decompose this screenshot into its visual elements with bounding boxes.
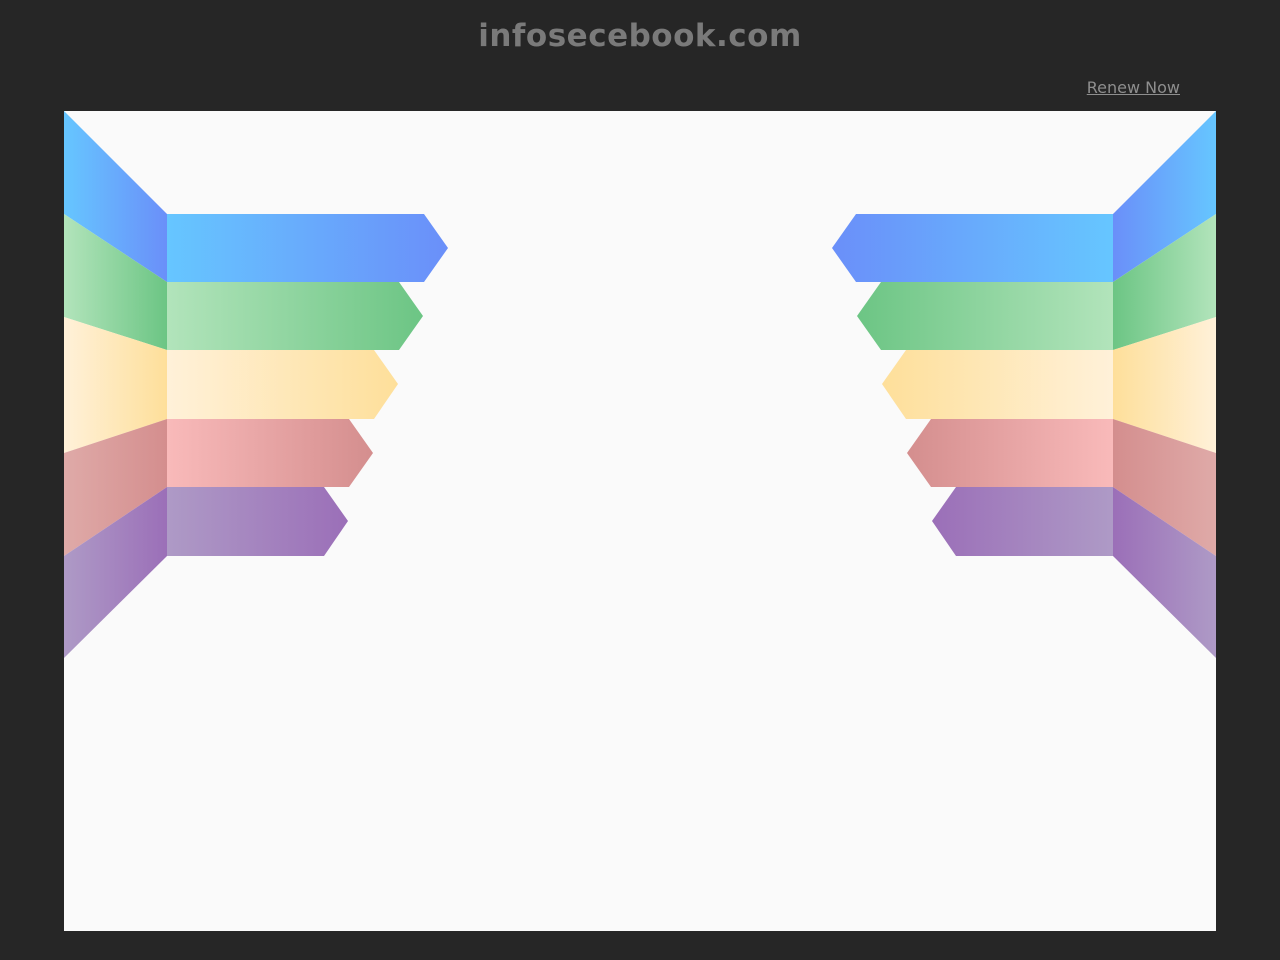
- right-banner-yellow: [882, 350, 1113, 419]
- right-fold-strips: [1113, 111, 1216, 658]
- right-banner-green: [857, 282, 1113, 350]
- left-banner-green: [167, 282, 423, 350]
- parked-page-panel: [64, 111, 1216, 931]
- right-banner-red: [907, 419, 1113, 487]
- left-fold-strips: [64, 111, 167, 658]
- left-banner-purple: [167, 487, 348, 556]
- left-banner-yellow: [167, 350, 398, 419]
- right-banner-purple: [932, 487, 1113, 556]
- right-banner-blue: [832, 214, 1113, 282]
- right-banners: [832, 214, 1113, 556]
- ribbon-banners-illustration: [64, 111, 1216, 658]
- domain-title: infosecebook.com: [478, 18, 802, 54]
- left-banner-blue: [167, 214, 448, 282]
- left-banners: [167, 214, 448, 556]
- left-banner-red: [167, 419, 373, 487]
- renew-now-link[interactable]: Renew Now: [1087, 78, 1180, 97]
